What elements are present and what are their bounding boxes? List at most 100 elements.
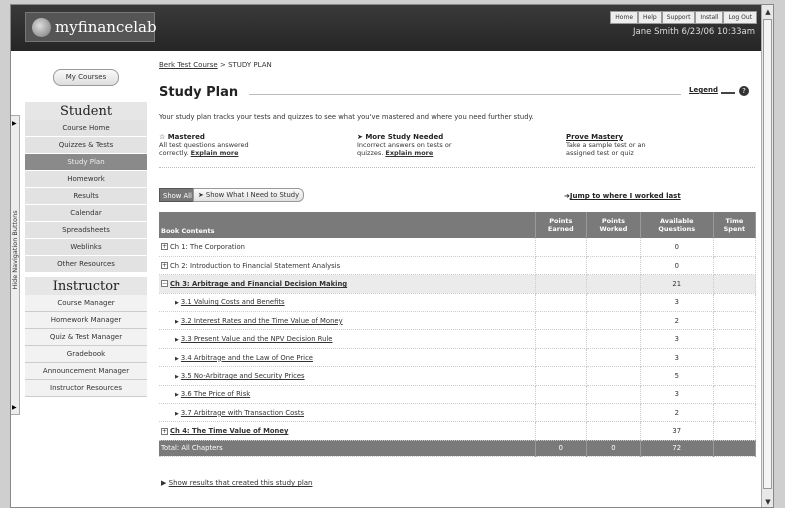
mastered-text: All test questions answered: [159, 141, 249, 149]
table-row: ▶ 3.7 Arbitrage with Transaction Costs 2: [159, 403, 757, 423]
sidebar-item-weblinks[interactable]: Weblinks: [25, 239, 147, 256]
hide-navigation-tab[interactable]: ▶ Hide Navigation Buttons ▶: [11, 115, 20, 415]
home-link[interactable]: Home: [610, 11, 639, 24]
section-link[interactable]: 3.6 The Price of Risk: [181, 390, 250, 398]
header-time-spent: Time Spent: [713, 212, 757, 238]
install-link[interactable]: Install: [695, 11, 724, 24]
table-row: ▶ 3.1 Valuing Costs and Benefits 3: [159, 293, 757, 313]
sidebar-item-quizzes-tests[interactable]: Quizzes & Tests: [25, 137, 147, 154]
instructor-heading: Instructor: [25, 277, 147, 295]
triangle-right-icon: ▶: [175, 410, 179, 417]
table-row: + Ch 2: Introduction to Financial Stateme…: [159, 256, 757, 276]
table-row: ▶ 3.2 Interest Rates and the Time Value o…: [159, 311, 757, 331]
breadcrumb-current: STUDY PLAN: [228, 61, 272, 69]
total-label: Total: All Chapters: [159, 440, 536, 457]
sidebar-item-homework-manager[interactable]: Homework Manager: [25, 312, 147, 329]
expand-icon[interactable]: +: [161, 243, 168, 251]
sidebar-item-instructor-resources[interactable]: Instructor Resources: [25, 380, 147, 397]
show-results-link[interactable]: ▶ Show results that created this study p…: [161, 479, 313, 487]
sidebar-item-gradebook[interactable]: Gradebook: [25, 346, 147, 363]
section-link[interactable]: 3.2 Interest Rates and the Time Value of…: [181, 317, 343, 325]
sidebar-item-other-resources[interactable]: Other Resources: [25, 256, 147, 273]
table-header-row: Book Contents Points Earned Points Worke…: [159, 212, 757, 238]
table-row: − Ch 3: Arbitrage and Financial Decision …: [159, 274, 757, 294]
student-section: Student Course Home Quizzes & Tests Stud…: [25, 102, 147, 273]
more-study-info: ➤ More Study Needed Incorrect answers on…: [357, 133, 452, 157]
jump-label: Jump to where I worked last: [569, 192, 681, 200]
breadcrumb: Berk Test Course > STUDY PLAN: [159, 61, 272, 69]
chapter-link[interactable]: Ch 4: The Time Value of Money: [170, 427, 288, 435]
scroll-up-icon[interactable]: ▲: [763, 7, 773, 17]
header-available-questions: Available Questions: [640, 212, 714, 238]
collapse-icon[interactable]: −: [161, 280, 168, 288]
section-link[interactable]: 3.4 Arbitrage and the Law of One Price: [181, 354, 313, 362]
star-icon: ☆: [159, 133, 166, 141]
logo[interactable]: myfinancelab: [25, 12, 157, 42]
show-all-button[interactable]: Show All: [159, 188, 196, 202]
prove-mastery-info: Prove Mastery Take a sample test or an a…: [566, 133, 646, 157]
logout-link[interactable]: Log Out: [723, 11, 757, 24]
table-row: ▶ 3.4 Arbitrage and the Law of One Price …: [159, 348, 757, 368]
sidebar-item-course-manager[interactable]: Course Manager: [25, 295, 147, 312]
sidebar-item-announcement-manager[interactable]: Announcement Manager: [25, 363, 147, 380]
scroll-down-icon[interactable]: ▼: [763, 497, 773, 507]
expand-icon[interactable]: +: [161, 262, 168, 270]
section-link[interactable]: 3.3 Present Value and the NPV Decision R…: [181, 335, 333, 343]
arrow-left-icon: ➤: [198, 191, 204, 199]
help-icon[interactable]: ?: [739, 86, 749, 96]
sidebar: My Courses Student Course Home Quizzes &…: [25, 55, 147, 397]
scroll-thumb[interactable]: [763, 19, 772, 489]
explain-more-link[interactable]: Explain more: [385, 149, 433, 157]
help-link[interactable]: Help: [638, 11, 662, 24]
breadcrumb-course-link[interactable]: Berk Test Course: [159, 61, 218, 69]
sidebar-item-quiz-test-manager[interactable]: Quiz & Test Manager: [25, 329, 147, 346]
row-name-cell[interactable]: − Ch 3: Arbitrage and Financial Decision …: [159, 274, 536, 294]
show-results-label: Show results that created this study pla…: [168, 479, 313, 487]
mastered-text2: correctly.: [159, 149, 189, 157]
table-row: ▶ 3.5 No-Arbitrage and Security Prices 5: [159, 366, 757, 386]
mastered-info: ☆ Mastered All test questions answered c…: [159, 133, 249, 157]
row-name-cell: ▶ 3.5 No-Arbitrage and Security Prices: [159, 366, 536, 386]
triangle-right-icon: ▶: [12, 404, 17, 411]
breadcrumb-separator: >: [219, 61, 226, 69]
prove-mastery-link[interactable]: Prove Mastery: [566, 133, 623, 141]
jump-to-last-link[interactable]: ➜Jump to where I worked last: [564, 192, 681, 200]
section-link[interactable]: 3.1 Valuing Costs and Benefits: [181, 298, 285, 306]
sidebar-item-calendar[interactable]: Calendar: [25, 205, 147, 222]
sidebar-item-results[interactable]: Results: [25, 188, 147, 205]
available-cell: 3: [640, 293, 714, 313]
section-link[interactable]: 3.5 No-Arbitrage and Security Prices: [181, 372, 305, 380]
sidebar-item-spreadsheets[interactable]: Spreadsheets: [25, 222, 147, 239]
show-need-label: Show What I Need to Study: [205, 191, 300, 199]
row-name-cell: ▶ 3.7 Arbitrage with Transaction Costs: [159, 403, 536, 423]
app-window: myfinancelab Home Help Support Install L…: [10, 4, 774, 508]
section-link[interactable]: 3.7 Arbitrage with Transaction Costs: [181, 409, 304, 417]
row-name-cell[interactable]: + Ch 2: Introduction to Financial Stateme…: [159, 256, 536, 276]
show-need-to-study-button[interactable]: ➤ Show What I Need to Study: [193, 188, 305, 202]
prove-mastery-text2: assigned test or quiz: [566, 149, 634, 157]
triangle-right-icon: ▶: [175, 392, 179, 399]
title-divider: [249, 94, 681, 95]
row-name-cell[interactable]: + Ch 4: The Time Value of Money: [159, 421, 536, 441]
row-name-cell[interactable]: + Ch 1: The Corporation: [159, 238, 536, 257]
total-earned: 0: [535, 440, 588, 457]
chapter-link[interactable]: Ch 3: Arbitrage and Financial Decision M…: [170, 280, 347, 288]
header-points-earned: Points Earned: [535, 212, 588, 238]
vertical-scrollbar[interactable]: ▲ ▼: [761, 5, 773, 507]
my-courses-button[interactable]: My Courses: [53, 69, 119, 86]
sidebar-item-homework[interactable]: Homework: [25, 171, 147, 188]
hide-navigation-label: Hide Navigation Buttons: [11, 210, 19, 290]
legend-link[interactable]: Legend: [689, 86, 718, 94]
chapter-label: Ch 1: The Corporation: [170, 242, 245, 251]
explain-more-link[interactable]: Explain more: [191, 149, 239, 157]
triangle-right-icon: ▶: [175, 373, 179, 380]
expand-icon[interactable]: +: [161, 427, 168, 435]
available-cell: 3: [640, 348, 714, 368]
sidebar-item-course-home[interactable]: Course Home: [25, 120, 147, 137]
legend-icon[interactable]: [721, 87, 735, 94]
support-link[interactable]: Support: [661, 11, 696, 24]
sidebar-item-study-plan[interactable]: Study Plan: [25, 154, 147, 171]
study-plan-table: Book Contents Points Earned Points Worke…: [159, 212, 757, 457]
more-study-text: Incorrect answers on tests or: [357, 141, 452, 149]
table-row: ▶ 3.3 Present Value and the NPV Decision …: [159, 329, 757, 349]
